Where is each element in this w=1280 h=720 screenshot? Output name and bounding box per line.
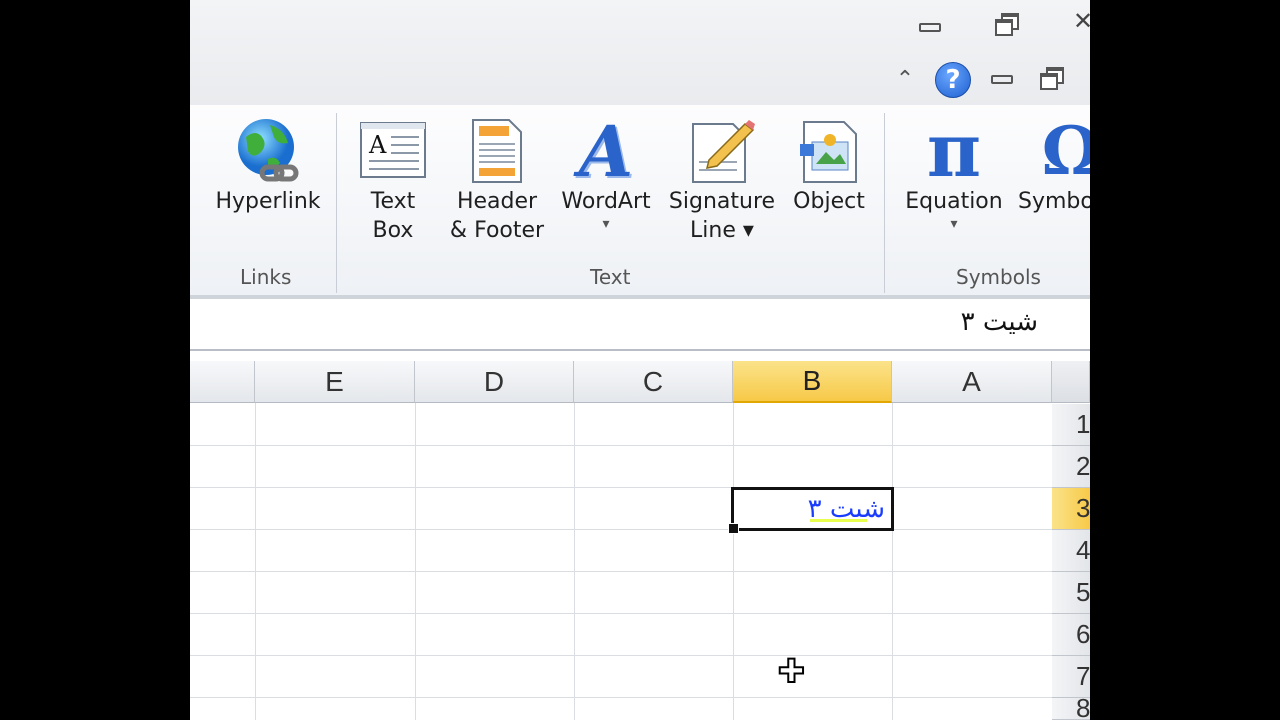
signature-line-label-line2: Line ▾ bbox=[690, 218, 754, 243]
fill-handle[interactable] bbox=[728, 523, 739, 534]
object-label: Object bbox=[793, 189, 865, 214]
group-label-text: Text bbox=[590, 265, 631, 289]
signature-line-icon bbox=[664, 115, 780, 187]
window-restore-button[interactable] bbox=[990, 10, 1020, 36]
chevron-up-icon: ⌃ bbox=[895, 66, 915, 92]
active-cell-b3[interactable]: شیت ۳ bbox=[728, 487, 894, 534]
formula-bar[interactable]: شیت ۳ bbox=[190, 299, 1090, 351]
minimize-icon bbox=[991, 74, 1013, 84]
hyperlink-label: Hyperlink bbox=[215, 189, 321, 214]
equation-label: Equation bbox=[905, 189, 1003, 214]
grid-line bbox=[190, 655, 1052, 656]
svg-text:A: A bbox=[368, 131, 387, 159]
worksheet-grid[interactable]: E D C B A 1 2 3 4 5 6 7 8 شیت ۳ ✚ bbox=[190, 361, 1090, 720]
column-header-e[interactable]: E bbox=[255, 361, 415, 403]
pi-icon: π bbox=[926, 108, 982, 194]
wordart-button[interactable]: A WordArt ▾ bbox=[556, 109, 656, 233]
restore-icon bbox=[1038, 67, 1064, 90]
grid-line bbox=[190, 697, 1052, 698]
help-icon: ? bbox=[935, 62, 971, 98]
omega-icon: Ω bbox=[1041, 112, 1090, 190]
grid-line bbox=[733, 403, 734, 720]
workbook-minimize-button[interactable] bbox=[987, 66, 1017, 92]
column-header-b[interactable]: B bbox=[733, 361, 892, 403]
formula-bar-value: شیت ۳ bbox=[960, 307, 1038, 337]
header-footer-button[interactable]: Header & Footer bbox=[442, 115, 552, 245]
grid-line bbox=[190, 613, 1052, 614]
title-bar: ✕ ⌃ ? bbox=[190, 0, 1090, 106]
restore-icon bbox=[993, 13, 1019, 36]
grid-line bbox=[190, 571, 1052, 572]
equation-button[interactable]: π Equation ▾ bbox=[896, 108, 1012, 232]
equation-dropdown-icon: ▾ bbox=[950, 216, 958, 232]
row-header-6[interactable]: 6 bbox=[1052, 614, 1090, 656]
window-close-button[interactable]: ✕ bbox=[1068, 7, 1090, 35]
grid-line bbox=[892, 403, 893, 720]
grid-line bbox=[574, 403, 575, 720]
help-button[interactable]: ? bbox=[935, 62, 971, 98]
row-header-8[interactable]: 8 bbox=[1052, 693, 1090, 720]
grid-line bbox=[190, 487, 1052, 488]
wordart-dropdown-icon: ▾ bbox=[602, 216, 610, 232]
symbol-button[interactable]: Ω Symbo bbox=[1016, 112, 1090, 216]
wordart-label: WordArt bbox=[561, 189, 651, 214]
wordart-icon: A bbox=[578, 109, 634, 193]
grid-line bbox=[190, 529, 1052, 530]
text-box-label-line2: Box bbox=[372, 218, 414, 243]
collapse-ribbon-button[interactable]: ⌃ bbox=[890, 66, 920, 92]
column-header-partial[interactable] bbox=[190, 361, 255, 403]
signature-line-label-line1: Signature bbox=[668, 189, 776, 214]
row-header-2[interactable]: 2 bbox=[1052, 446, 1090, 488]
hyperlink-button[interactable]: Hyperlink bbox=[210, 115, 326, 216]
symbol-label: Symbo bbox=[1018, 189, 1090, 214]
header-footer-label-line1: Header bbox=[456, 189, 538, 214]
text-box-button[interactable]: A Text Box bbox=[350, 115, 436, 245]
grid-line bbox=[415, 403, 416, 720]
grid-line bbox=[255, 403, 256, 720]
cell-cursor-icon: ✚ bbox=[777, 651, 806, 691]
globe-link-icon bbox=[210, 115, 326, 187]
group-separator bbox=[884, 113, 885, 293]
select-all-corner[interactable] bbox=[1052, 361, 1090, 403]
text-box-label-line1: Text bbox=[370, 189, 416, 214]
group-label-links: Links bbox=[240, 265, 292, 289]
close-icon: ✕ bbox=[1072, 7, 1090, 35]
row-header-7[interactable]: 7 bbox=[1052, 656, 1090, 698]
group-separator bbox=[336, 113, 337, 293]
column-header-a[interactable]: A bbox=[892, 361, 1052, 403]
column-header-d[interactable]: D bbox=[415, 361, 574, 403]
signature-line-button[interactable]: Signature Line ▾ bbox=[664, 115, 780, 245]
object-button[interactable]: Object bbox=[786, 115, 872, 216]
cell-value: شیت ۳ bbox=[807, 494, 885, 524]
row-header-3[interactable]: 3 bbox=[1052, 488, 1090, 530]
workbook-restore-button[interactable] bbox=[1035, 64, 1065, 90]
group-label-symbols: Symbols bbox=[956, 265, 1041, 289]
column-header-c[interactable]: C bbox=[574, 361, 733, 403]
header-footer-icon bbox=[442, 115, 552, 187]
header-footer-label-line2: & Footer bbox=[449, 218, 545, 243]
row-header-4[interactable]: 4 bbox=[1052, 530, 1090, 572]
ribbon-insert: Hyperlink Links A Text Box Header & Foot… bbox=[190, 105, 1090, 299]
excel-window: ✕ ⌃ ? Hyperlink Links A Text Box Header … bbox=[190, 0, 1090, 720]
grid-line bbox=[190, 445, 1052, 446]
window-minimize-button[interactable] bbox=[915, 14, 945, 40]
minimize-icon bbox=[919, 22, 941, 32]
object-icon bbox=[786, 115, 872, 187]
text-box-icon: A bbox=[350, 115, 436, 187]
row-header-1[interactable]: 1 bbox=[1052, 404, 1090, 446]
row-header-5[interactable]: 5 bbox=[1052, 572, 1090, 614]
